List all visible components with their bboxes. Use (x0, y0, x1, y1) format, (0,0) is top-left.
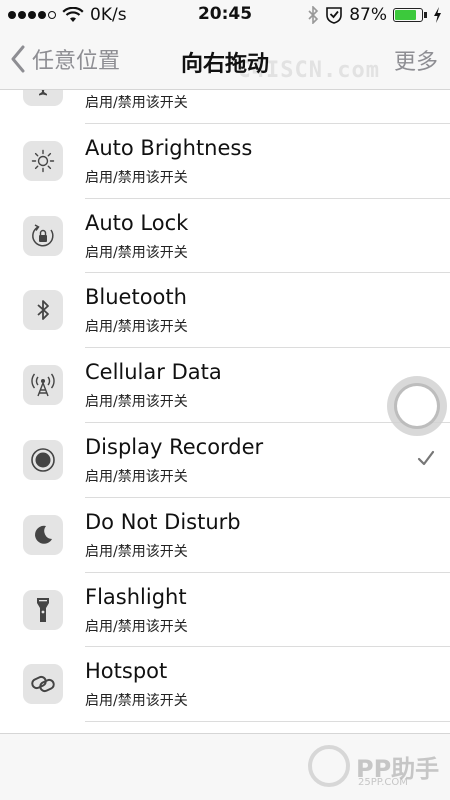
toggle-row-display-recorder[interactable]: Display Recorder 启用/禁用该开关 (0, 423, 450, 498)
toggle-subtitle: 启用/禁用该开关 (85, 319, 188, 336)
toggle-title: Hotspot (85, 659, 168, 684)
hotspot-icon (23, 664, 63, 705)
toggle-title: Auto Brightness (85, 135, 253, 160)
page-title: 向右拖动 (180, 52, 269, 77)
toggle-subtitle: 启用/禁用该开关 (85, 244, 188, 261)
airplane-icon (23, 90, 63, 106)
toggle-row-airplane-mode[interactable]: Airplane Mode启用/禁用该开关 (0, 90, 450, 124)
moon-icon (23, 514, 63, 555)
toggle-subtitle: 启用/禁用该开关 (85, 169, 188, 186)
cellular-icon (23, 365, 63, 406)
assistive-touch-button[interactable] (387, 376, 447, 436)
toggle-title: Bluetooth (85, 285, 187, 310)
toggle-subtitle: 启用/禁用该开关 (85, 543, 188, 560)
pp-site: 25PP.COM (358, 777, 408, 788)
toggle-list[interactable]: Airplane Mode启用/禁用该开关 Auto Brightness 启用/禁… (0, 90, 450, 733)
location-icon (326, 7, 343, 24)
row-divider (85, 721, 450, 723)
auto-lock-icon (23, 215, 63, 256)
toggle-row-cellular-data[interactable]: Cellular Data 启用/禁用该开关 (0, 348, 450, 423)
more-button[interactable]: 更多 (394, 44, 438, 76)
toggle-subtitle: 启用/禁用该开关 (85, 468, 188, 485)
toggle-subtitle: 启用/禁用该开关 (85, 95, 188, 111)
battery-icon (393, 8, 423, 22)
toggle-row-flashlight[interactable]: Flashlight 启用/禁用该开关 (0, 573, 450, 648)
toggle-title: Display Recorder (85, 434, 264, 459)
toggle-subtitle: 启用/禁用该开关 (85, 394, 188, 411)
status-bar: 0K/s 20:45 87% (0, 0, 450, 30)
assistive-touch-inner (397, 386, 437, 426)
toggle-title: Auto Lock (85, 210, 189, 235)
pp-logo-icon (308, 745, 350, 787)
flashlight-icon (23, 589, 63, 630)
record-icon (23, 439, 63, 480)
battery-percent: 87% (349, 5, 387, 25)
bluetooth-icon (308, 6, 319, 24)
navigation-bar: 任意位置 C4ISCN.com 向右拖动 更多 (0, 30, 450, 90)
checkmark-icon (417, 450, 435, 466)
charging-bolt-icon (434, 7, 441, 23)
toggle-row-auto-brightness[interactable]: Auto Brightness 启用/禁用该开关 (0, 124, 450, 199)
toggle-title: Do Not Disturb (85, 509, 241, 534)
toggle-row-auto-lock[interactable]: Auto Lock 启用/禁用该开关 (0, 199, 450, 274)
battery-tip (424, 12, 427, 18)
toggle-list-content: Airplane Mode启用/禁用该开关 Auto Brightness 启用/禁… (0, 90, 450, 723)
toggle-title: Flashlight (85, 584, 187, 609)
status-right: 87% (307, 5, 442, 25)
toggle-row-do-not-disturb[interactable]: Do Not Disturb 启用/禁用该开关 (0, 498, 450, 573)
toggle-title: Cellular Data (85, 360, 222, 385)
bluetooth-icon (23, 290, 63, 331)
toggle-subtitle: 启用/禁用该开关 (85, 618, 188, 635)
toggle-row-bluetooth[interactable]: Bluetooth 启用/禁用该开关 (0, 273, 450, 349)
toggle-row-hotspot[interactable]: Hotspot 启用/禁用该开关 (0, 647, 450, 723)
brightness-icon (23, 140, 63, 181)
toggle-subtitle: 启用/禁用该开关 (85, 693, 188, 710)
